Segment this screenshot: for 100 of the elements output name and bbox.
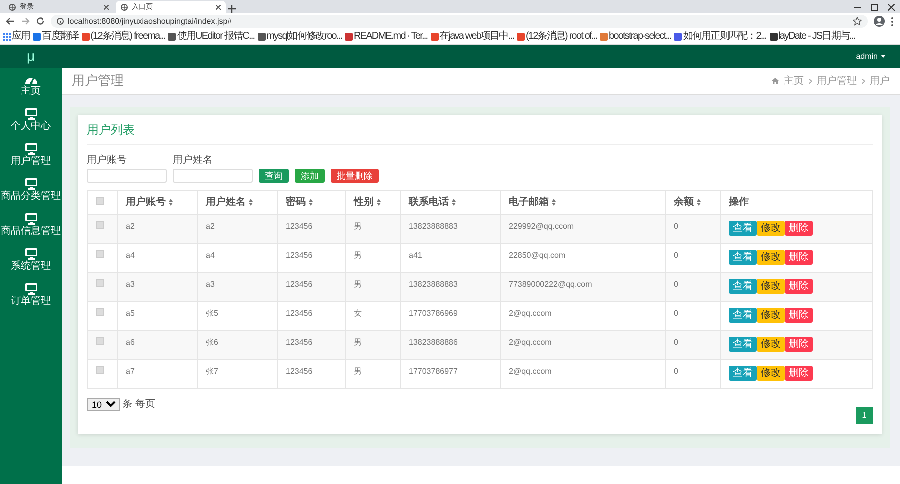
sidebar-item[interactable]: 商品信息管理 <box>0 207 62 242</box>
sidebar-item[interactable]: 系统管理 <box>0 242 62 277</box>
chevron-icon <box>862 78 865 84</box>
edit-button[interactable]: 修改 <box>757 308 785 323</box>
reload-icon[interactable] <box>36 17 45 26</box>
site-icon <box>674 33 682 41</box>
delete-button[interactable]: 删除 <box>785 308 813 323</box>
table-cell: 0 <box>674 309 678 318</box>
sidebar-item[interactable]: 主页 <box>0 68 62 102</box>
back-icon[interactable] <box>6 17 15 26</box>
column-header[interactable]: 电子邮箱 <box>509 195 549 210</box>
bookmark-link[interactable]: 在java web项目中... <box>430 32 514 42</box>
monitor-icon <box>24 213 38 225</box>
caret-icon <box>881 55 886 58</box>
bookmark-link[interactable]: (12条消息) root of... <box>516 32 598 42</box>
table-cell: a2 <box>206 222 215 231</box>
search-button[interactable]: 查询 <box>259 169 289 183</box>
table-cell: 张7 <box>206 367 218 376</box>
sidebar-item[interactable]: 个人中心 <box>0 102 62 137</box>
table-cell: 123456 <box>286 309 313 318</box>
address-bar[interactable]: localhost:8080/jinyuxiaoshoupingtai/index.jsp# <box>51 15 868 28</box>
checkbox[interactable] <box>96 308 104 316</box>
more-icon[interactable] <box>891 16 894 26</box>
delete-button[interactable]: 删除 <box>785 337 813 352</box>
table-cell: 0 <box>674 338 678 347</box>
table-cell: 男 <box>354 251 362 260</box>
input-field[interactable] <box>87 169 167 183</box>
column-header[interactable]: 密码 <box>286 195 306 210</box>
delete-button[interactable]: 删除 <box>785 250 813 265</box>
edit-button[interactable]: 修改 <box>757 250 785 265</box>
bookmark-link[interactable]: mysql如何修改roo... <box>258 32 342 42</box>
bookmark-link[interactable]: layDate - JS日期与... <box>770 32 856 42</box>
sidebar-item[interactable]: 订单管理 <box>0 277 62 312</box>
delete-button[interactable]: 批量删除 <box>331 169 379 183</box>
table-cell: a3 <box>206 280 215 289</box>
bookmark-link[interactable]: 应用 <box>3 32 30 42</box>
globe-icon <box>9 4 16 10</box>
table-cell: 229992@qq.ccom <box>509 222 574 231</box>
apps-icon <box>3 33 11 41</box>
monitor-icon <box>24 283 38 295</box>
site-icon <box>600 33 608 41</box>
site-icon <box>770 33 778 41</box>
close-icon[interactable] <box>216 4 221 10</box>
table-cell: 0 <box>674 251 678 260</box>
sort-icon[interactable] <box>696 199 700 206</box>
bookmark-link[interactable]: 使用UEditor 报错C... <box>168 32 255 42</box>
bookmark-link[interactable]: bootstrap-select... <box>600 32 672 42</box>
checkbox[interactable] <box>96 197 104 205</box>
globe-icon <box>121 4 128 10</box>
edit-button[interactable]: 修改 <box>757 279 785 294</box>
sort-icon[interactable] <box>452 199 456 206</box>
checkbox[interactable] <box>96 279 104 287</box>
page-size-select[interactable]: 10 <box>87 398 120 411</box>
table-cell: 13823888883 <box>409 280 458 289</box>
table-cell: 男 <box>354 367 362 376</box>
bookmark-link[interactable]: README.md · Ter... <box>345 32 428 42</box>
delete-button[interactable]: 删除 <box>785 366 813 381</box>
sort-icon[interactable] <box>552 199 556 206</box>
edit-button[interactable]: 修改 <box>757 366 785 381</box>
checkbox[interactable] <box>96 221 104 229</box>
sort-icon[interactable] <box>248 199 252 206</box>
delete-button[interactable]: 删除 <box>785 221 813 236</box>
table-cell: 13823888883 <box>409 222 458 231</box>
forward-icon[interactable] <box>21 17 30 26</box>
monitor-icon <box>24 108 38 120</box>
bookmark-link[interactable]: 百度翻译 <box>33 32 79 42</box>
maximize-icon[interactable] <box>871 4 878 10</box>
edit-button[interactable]: 修改 <box>757 337 785 352</box>
page-size-label: 条 每页 <box>122 398 156 412</box>
user-menu[interactable]: admin <box>856 50 886 62</box>
table-cell: 17703786969 <box>409 309 458 318</box>
profile-icon[interactable] <box>874 16 885 27</box>
sort-icon[interactable] <box>308 199 312 206</box>
sort-icon[interactable] <box>168 199 172 206</box>
table-cell: 男 <box>354 280 362 289</box>
sidebar-item[interactable]: 商品分类管理 <box>0 172 62 207</box>
page-button[interactable]: 1 <box>856 407 873 424</box>
checkbox[interactable] <box>96 337 104 345</box>
star-icon[interactable] <box>853 17 862 26</box>
table-cell: a5 <box>126 309 135 318</box>
home-icon <box>772 78 779 84</box>
sidebar-item[interactable]: 用户管理 <box>0 137 62 172</box>
site-icon <box>430 33 439 41</box>
checkbox[interactable] <box>96 366 104 374</box>
input-field[interactable] <box>173 169 253 183</box>
bookmark-link[interactable]: (12条消息) freema... <box>82 32 166 42</box>
sort-icon[interactable] <box>376 199 380 206</box>
checkbox[interactable] <box>96 250 104 258</box>
table-cell: 123456 <box>286 222 313 231</box>
close-icon[interactable] <box>888 4 895 10</box>
bookmark-link[interactable]: 如何用正则匹配：2... <box>674 32 767 42</box>
new-tab-icon[interactable] <box>228 5 236 13</box>
table-cell: 17703786977 <box>409 367 458 376</box>
monitor-icon <box>24 248 38 260</box>
card-title: 用户列表 <box>87 121 873 145</box>
close-icon[interactable] <box>104 4 109 10</box>
field-label: 用户账号 <box>87 154 128 168</box>
table-cell: 女 <box>354 309 362 318</box>
delete-button[interactable]: 删除 <box>785 279 813 294</box>
edit-button[interactable]: 修改 <box>757 221 785 236</box>
